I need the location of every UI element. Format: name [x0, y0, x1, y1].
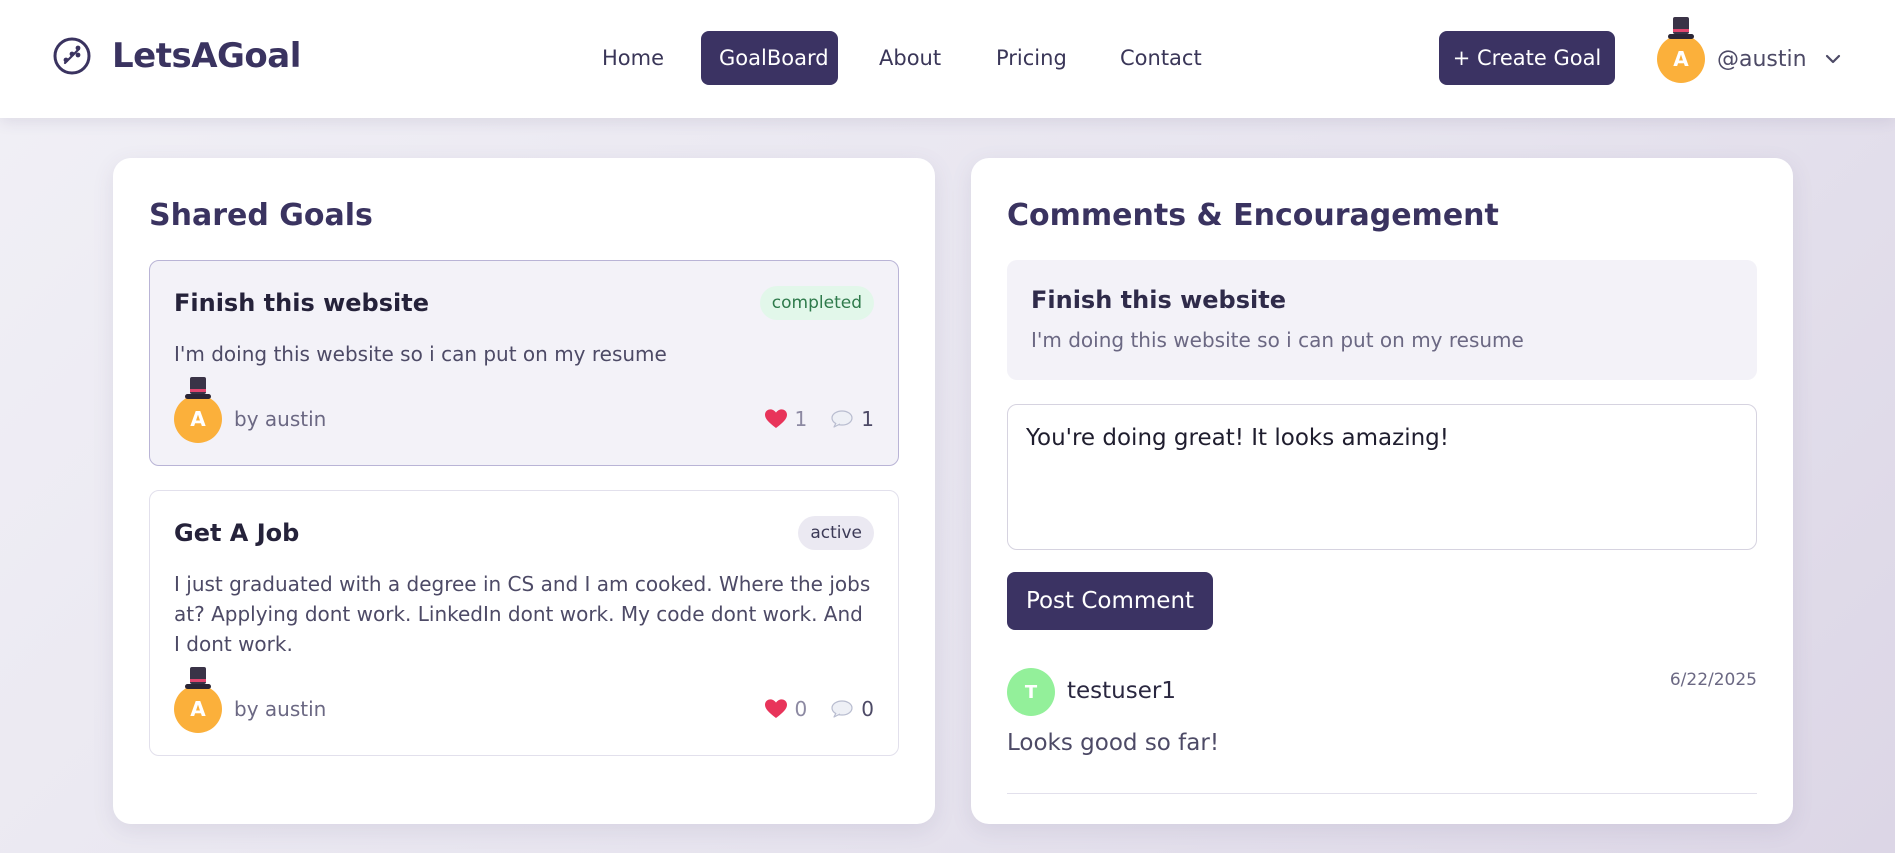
- goal-footer: A by austin 1 1: [174, 377, 874, 443]
- selected-goal-summary: Finish this website I'm doing this websi…: [1007, 260, 1757, 380]
- commenter-avatar: T: [1007, 668, 1055, 716]
- nav-goalboard[interactable]: GoalBoard: [701, 31, 838, 85]
- comment-count-value: 1: [861, 407, 874, 431]
- user-menu[interactable]: A @austin: [1657, 17, 1843, 94]
- shared-goals-card: Shared Goals Finish this website complet…: [113, 158, 935, 824]
- shared-goals-title: Shared Goals: [149, 198, 373, 233]
- goal-title: Get A Job: [174, 519, 300, 547]
- post-comment-button[interactable]: Post Comment: [1007, 572, 1213, 630]
- nav-contact[interactable]: Contact: [1120, 31, 1202, 85]
- goal-description: I just graduated with a degree in CS and…: [174, 572, 871, 656]
- like-count-value: 0: [794, 697, 808, 721]
- goal-title: Finish this website: [174, 289, 429, 317]
- author-name: by austin: [234, 407, 327, 431]
- status-badge: completed: [759, 286, 874, 320]
- avatar-initial: A: [190, 407, 206, 431]
- comment-date: 6/22/2025: [1669, 670, 1757, 690]
- goal-stats: 1 1: [741, 407, 874, 431]
- comment-count[interactable]: 1: [831, 407, 874, 431]
- heart-icon: [764, 699, 787, 718]
- goal-card[interactable]: Finish this website completed I'm doing …: [149, 260, 899, 466]
- nav-home[interactable]: Home: [602, 31, 664, 85]
- avatar-initial: A: [190, 697, 206, 721]
- comment-text: Looks good so far!: [1007, 730, 1220, 756]
- comment-item: T testuser1 6/22/2025 Looks good so far!: [1007, 668, 1757, 794]
- nav-pricing[interactable]: Pricing: [996, 31, 1067, 85]
- goal-description: I'm doing this website so i can put on m…: [174, 342, 667, 366]
- top-hat-icon: [1668, 17, 1694, 39]
- goal-footer: A by austin 0 0: [174, 667, 874, 733]
- like-count[interactable]: 0: [764, 697, 808, 721]
- heart-icon: [764, 409, 787, 428]
- top-hat-icon: [185, 377, 211, 399]
- speech-bubble-icon: [831, 410, 853, 428]
- selected-goal-title: Finish this website: [1031, 286, 1286, 314]
- status-badge: active: [798, 516, 874, 550]
- avatar-initial: A: [1673, 47, 1689, 71]
- top-navbar: LetsAGoal Home GoalBoard About Pricing C…: [0, 0, 1895, 118]
- speech-bubble-icon: [831, 700, 853, 718]
- goal-author: A by austin: [174, 377, 327, 443]
- create-goal-button[interactable]: + Create Goal: [1439, 31, 1615, 85]
- avatar: A: [1657, 17, 1705, 83]
- comment-count-value: 0: [861, 697, 874, 721]
- like-count[interactable]: 1: [764, 407, 808, 431]
- like-count-value: 1: [794, 407, 808, 431]
- commenter-name: testuser1: [1067, 678, 1176, 704]
- top-hat-icon: [185, 667, 211, 689]
- nav-about[interactable]: About: [879, 31, 941, 85]
- comments-card: Comments & Encouragement Finish this web…: [971, 158, 1793, 824]
- comments-title: Comments & Encouragement: [1007, 198, 1499, 233]
- author-name: by austin: [234, 697, 327, 721]
- selected-goal-description: I'm doing this website so i can put on m…: [1031, 328, 1524, 352]
- chevron-down-icon: [1825, 54, 1840, 64]
- avatar: A: [174, 377, 222, 443]
- avatar: A: [174, 667, 222, 733]
- goal-stats: 0 0: [741, 697, 874, 721]
- comment-count[interactable]: 0: [831, 697, 874, 721]
- comment-input[interactable]: You're doing great! It looks amazing!: [1007, 404, 1757, 550]
- goal-card[interactable]: Get A Job active I just graduated with a…: [149, 490, 899, 756]
- goal-author: A by austin: [174, 667, 327, 733]
- username: @austin: [1717, 46, 1807, 72]
